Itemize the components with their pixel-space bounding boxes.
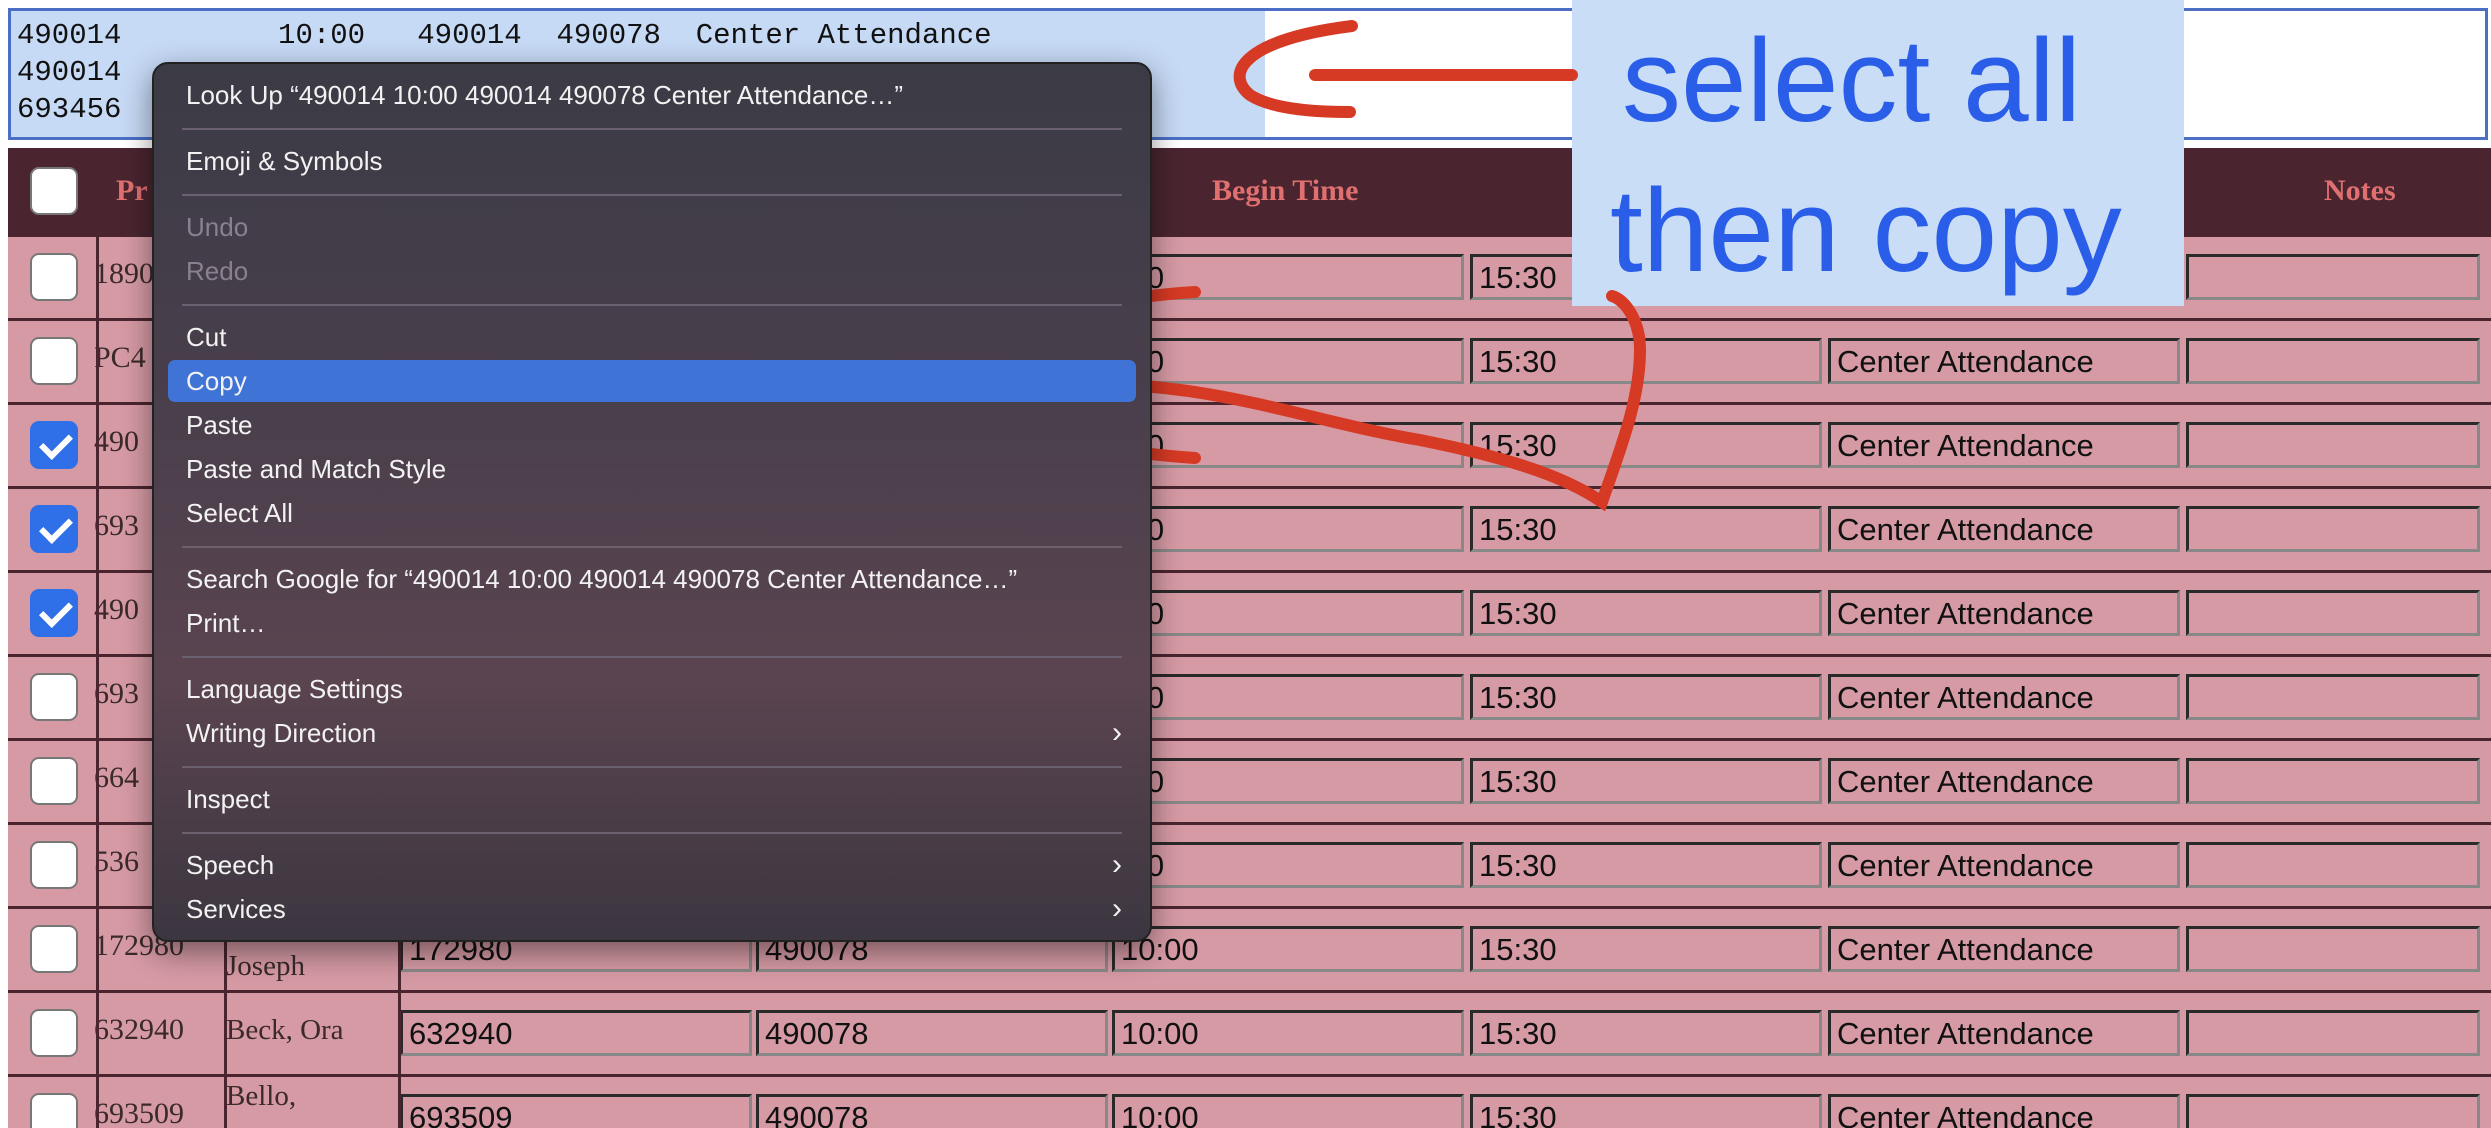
menu-item-copy[interactable]: Copy <box>168 360 1136 402</box>
menu-item-select-all[interactable]: Select All <box>168 492 1136 534</box>
menu-separator <box>182 128 1122 130</box>
menu-item-redo: Redo <box>168 250 1136 292</box>
menu-item-inspect[interactable]: Inspect <box>168 778 1136 820</box>
context-menu: Look Up “490014 10:00 490014 490078 Cent… <box>152 62 1152 942</box>
menu-item-label: Language Settings <box>186 674 403 704</box>
chevron-right-icon: › <box>1112 892 1122 925</box>
menu-item-label: Undo <box>186 212 249 242</box>
menu-item-label: Writing Direction <box>186 718 377 748</box>
menu-item-emoji[interactable]: Emoji & Symbols <box>168 140 1136 182</box>
menu-item-speech[interactable]: Speech › <box>168 844 1136 886</box>
menu-separator <box>182 832 1122 834</box>
menu-item-look-up[interactable]: Look Up “490014 10:00 490014 490078 Cent… <box>168 74 1136 116</box>
menu-item-language-settings[interactable]: Language Settings <box>168 668 1136 710</box>
menu-separator <box>182 766 1122 768</box>
menu-separator <box>182 546 1122 548</box>
menu-item-undo: Undo <box>168 206 1136 248</box>
menu-item-cut[interactable]: Cut <box>168 316 1136 358</box>
menu-item-label: Look Up “490014 10:00 490014 490078 Cent… <box>186 80 903 110</box>
menu-separator <box>182 304 1122 306</box>
menu-separator <box>182 656 1122 658</box>
menu-item-label: Paste <box>186 410 253 440</box>
menu-item-label: Redo <box>186 256 249 286</box>
menu-item-search-google[interactable]: Search Google for “490014 10:00 490014 4… <box>168 558 1136 600</box>
menu-item-label: Search Google for “490014 10:00 490014 4… <box>186 564 1018 594</box>
menu-item-label: Select All <box>186 498 293 528</box>
menu-item-paste-match-style[interactable]: Paste and Match Style <box>168 448 1136 490</box>
menu-separator <box>182 194 1122 196</box>
menu-item-label: Cut <box>186 322 227 352</box>
menu-item-paste[interactable]: Paste <box>168 404 1136 446</box>
menu-item-label: Inspect <box>186 784 270 814</box>
menu-item-label: Print… <box>186 608 266 638</box>
chevron-right-icon: › <box>1112 848 1122 881</box>
menu-item-label: Speech <box>186 850 275 880</box>
menu-item-label: Emoji & Symbols <box>186 146 383 176</box>
menu-item-label: Services <box>186 894 286 924</box>
chevron-right-icon: › <box>1112 716 1122 749</box>
menu-item-services[interactable]: Services › <box>168 888 1136 930</box>
menu-item-print[interactable]: Print… <box>168 602 1136 644</box>
menu-item-label: Copy <box>186 366 247 396</box>
menu-item-label: Paste and Match Style <box>186 454 447 484</box>
menu-item-writing-direction[interactable]: Writing Direction › <box>168 712 1136 754</box>
